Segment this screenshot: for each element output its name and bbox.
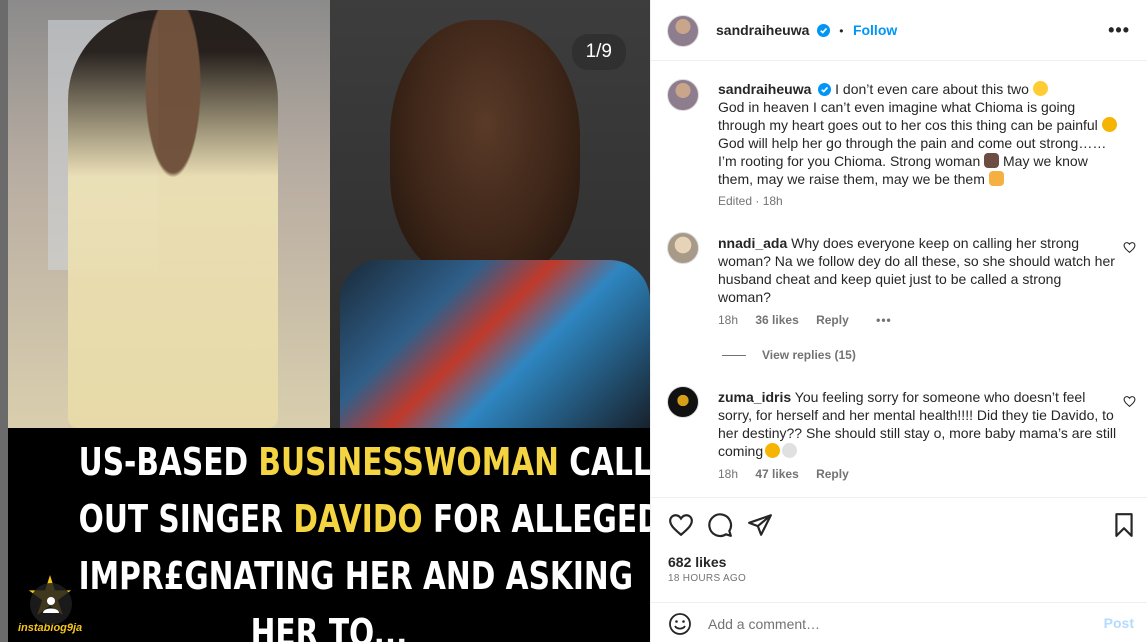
headline-text: FOR ALLEGEDLY — [432, 497, 650, 541]
headline-text: CALLS — [569, 440, 650, 484]
comment-text: zuma_idris You feeling sorry for someone… — [718, 388, 1118, 460]
header-user-row: sandraiheuwa • Follow — [716, 22, 897, 40]
post-media[interactable]: 1/9 US-BASED BUSINESSWOMAN CALLS OUT SIN… — [8, 0, 650, 642]
save-bookmark-icon[interactable] — [1111, 512, 1137, 538]
background-page-strip — [0, 0, 8, 642]
like-heart-icon[interactable] — [668, 512, 694, 538]
headline-line-2: OUT SINGER DAVIDO FOR ALLEGEDLY — [78, 491, 650, 548]
comment-meta: 18h 36 likes Reply ••• — [718, 313, 906, 327]
skull-emoji-icon — [782, 443, 798, 458]
tagged-users-button[interactable] — [30, 583, 72, 625]
photo-man-head — [390, 20, 580, 280]
verified-badge-icon — [816, 24, 830, 37]
comment-more-button[interactable]: ••• — [876, 313, 892, 327]
caption-avatar[interactable] — [667, 79, 699, 111]
carousel-counter: 1/9 — [571, 34, 626, 70]
comment-time: 18h — [718, 313, 739, 327]
comment-meta: 18h 47 likes Reply — [718, 467, 863, 481]
like-comment-heart-icon[interactable] — [1123, 241, 1136, 254]
headline-line-4: HER TO... — [250, 611, 408, 642]
photo-woman-figure — [68, 10, 278, 428]
emoji-picker-icon[interactable] — [668, 612, 692, 636]
post-header: sandraiheuwa • Follow ••• — [651, 0, 1147, 61]
comment-likes[interactable]: 36 likes — [755, 313, 798, 327]
face-emoji-icon — [1032, 81, 1048, 96]
separator-dot: • — [839, 24, 844, 38]
caption-body: I don’t even care about this two — [831, 81, 1033, 97]
praying-hands-emoji-icon — [988, 171, 1004, 186]
comment-likes[interactable]: 47 likes — [755, 467, 798, 481]
media-headline: US-BASED BUSINESSWOMAN CALLS OUT SINGER … — [8, 428, 650, 642]
author-username[interactable]: sandraiheuwa — [716, 22, 809, 38]
comment-username[interactable]: nnadi_ada — [718, 235, 787, 251]
caption-username[interactable]: sandraiheuwa — [718, 81, 811, 97]
user-icon — [43, 597, 59, 613]
caption-text: sandraiheuwa I don’t even care about thi… — [718, 80, 1118, 188]
add-comment-bar: Post — [651, 602, 1147, 642]
view-replies-button[interactable]: View replies (15) — [722, 348, 856, 362]
post-timestamp: 18 HOURS AGO — [668, 573, 747, 584]
headline-highlight: BUSINESSWOMAN — [258, 440, 559, 484]
headline-line-1: US-BASED BUSINESSWOMAN CALLS — [78, 434, 650, 491]
worried-face-emoji-icon — [765, 443, 781, 458]
post-side-panel: sandraiheuwa • Follow ••• sandraiheuwa I… — [650, 0, 1147, 642]
flexed-biceps-emoji-icon — [984, 153, 1000, 168]
headline-text: US-BASED — [78, 440, 259, 484]
like-comment-heart-icon[interactable] — [1123, 395, 1136, 408]
headline-line-3: IMPR£GNATING HER AND ASKING — [78, 554, 634, 598]
caption-body: God in heaven I can’t even imagine what … — [718, 99, 1102, 133]
comment-bubble-icon[interactable] — [707, 512, 733, 538]
crying-face-emoji-icon — [1101, 117, 1117, 132]
headline-text: OUT SINGER — [78, 497, 294, 541]
headline-highlight: DAVIDO — [293, 497, 423, 541]
instagram-post-modal: 1/9 US-BASED BUSINESSWOMAN CALLS OUT SIN… — [0, 0, 1147, 642]
comment-time: 18h — [718, 467, 739, 481]
reply-button[interactable]: Reply — [816, 467, 849, 481]
caption-meta: Edited · 18h — [718, 194, 783, 208]
more-options-button[interactable]: ••• — [1108, 20, 1130, 41]
comment-username[interactable]: zuma_idris — [718, 389, 791, 405]
post-actions: 682 likes 18 HOURS AGO — [651, 497, 1147, 597]
comment-avatar[interactable] — [667, 232, 699, 264]
likes-count[interactable]: 682 likes — [668, 554, 726, 570]
author-avatar[interactable] — [667, 15, 699, 47]
photo-man-shirt — [340, 260, 650, 430]
reply-button[interactable]: Reply — [816, 313, 849, 327]
follow-button[interactable]: Follow — [853, 22, 897, 38]
comment-input[interactable] — [708, 611, 1088, 637]
verified-badge-icon — [818, 83, 832, 96]
comments-list[interactable]: sandraiheuwa I don’t even care about thi… — [651, 61, 1147, 497]
share-paper-plane-icon[interactable] — [747, 512, 773, 538]
post-comment-button[interactable]: Post — [1104, 615, 1134, 631]
comment-avatar[interactable] — [667, 386, 699, 418]
photo-woman — [8, 0, 330, 428]
comment-text: nnadi_ada Why does everyone keep on call… — [718, 234, 1118, 306]
